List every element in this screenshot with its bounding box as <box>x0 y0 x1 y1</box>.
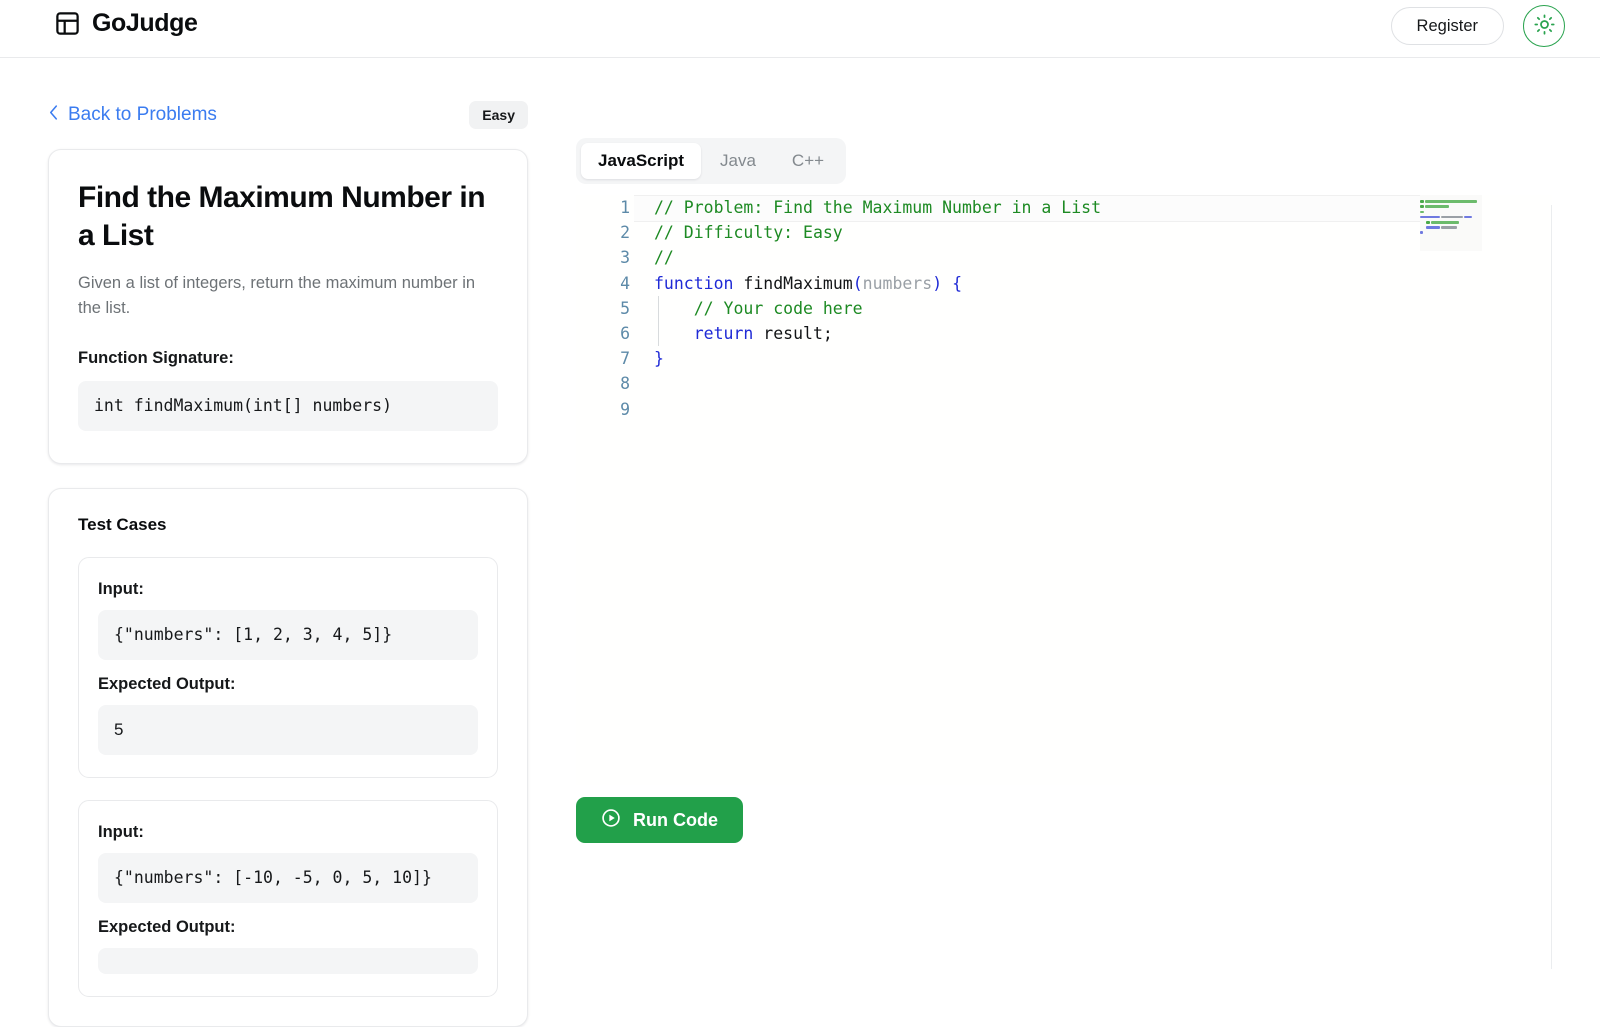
line-number: 1 <box>620 198 630 217</box>
line-number: 4 <box>620 273 630 293</box>
code-text: function findMaximum(numbers) { <box>654 273 962 293</box>
code-line[interactable]: 8 <box>576 371 1552 396</box>
chevron-left-icon <box>48 104 59 127</box>
test-input-value: {"numbers": [-10, -5, 0, 5, 10]} <box>98 853 478 904</box>
code-line[interactable]: 4 function findMaximum(numbers) { <box>576 271 1552 296</box>
expected-output-label: Expected Output: <box>98 674 236 693</box>
test-expected-value: 5 <box>98 704 478 756</box>
code-line[interactable]: 9 <box>576 397 1552 422</box>
code-line[interactable]: 5 // Your code here <box>576 295 1552 321</box>
breadcrumb: Back to Problems Easy <box>48 100 528 130</box>
code-line[interactable]: 6 return result; <box>576 320 1552 347</box>
code-editor[interactable]: 1 // Problem: Find the Maximum Number in… <box>576 195 1552 785</box>
content-right-edge <box>1551 205 1552 969</box>
function-signature: int findMaximum(int[] numbers) <box>78 380 498 431</box>
editor-panel: JavaScript Java C++ 1 // Problem: Find t… <box>576 138 1600 843</box>
sun-icon <box>1533 14 1555 38</box>
code-line[interactable]: 7 } <box>576 346 1552 371</box>
language-tabs: JavaScript Java C++ <box>576 138 847 184</box>
page-title: Find the Maximum Number in a List <box>78 181 486 253</box>
test-case-item: Input: {"numbers": [1, 2, 3, 4, 5]} Expe… <box>78 556 498 779</box>
test-expected-value <box>98 948 478 975</box>
code-line[interactable]: 3 // <box>576 245 1552 270</box>
run-code-button[interactable]: Run Code <box>576 797 743 843</box>
code-text: // Difficulty: Easy <box>654 223 843 243</box>
play-circle-icon <box>601 808 621 833</box>
problem-description: Given a list of integers, return the max… <box>78 273 476 317</box>
code-text: // Problem: Find the Maximum Number in a… <box>654 198 1102 217</box>
line-number: 7 <box>620 349 630 369</box>
line-number: 3 <box>620 248 630 268</box>
brand-name: GoJudge <box>92 9 198 37</box>
layout-panel-icon <box>54 10 81 37</box>
expected-output-label: Expected Output: <box>98 918 236 937</box>
input-label: Input: <box>98 823 144 842</box>
test-cases-title: Test Cases <box>78 514 167 534</box>
theme-toggle-button[interactable] <box>1523 5 1565 47</box>
line-number: 9 <box>620 399 630 419</box>
minimap[interactable] <box>1420 199 1482 235</box>
input-label: Input: <box>98 579 144 598</box>
problem-card: Find the Maximum Number in a List Given … <box>48 149 528 464</box>
register-button[interactable]: Register <box>1390 7 1504 45</box>
line-number: 2 <box>620 223 630 243</box>
code-text: } <box>654 349 664 369</box>
test-input-value: {"numbers": [1, 2, 3, 4, 5]} <box>98 609 478 660</box>
test-case-item: Input: {"numbers": [-10, -5, 0, 5, 10]} … <box>78 800 498 998</box>
code-line[interactable]: 2 // Difficulty: Easy <box>576 220 1552 245</box>
line-number: 8 <box>620 374 630 394</box>
signature-label: Function Signature: <box>78 348 234 367</box>
code-text: return result; <box>693 323 833 343</box>
line-number: 5 <box>620 298 630 318</box>
problem-panel: Back to Problems Easy Find the Maximum N… <box>48 100 528 1027</box>
code-line[interactable]: 1 // Problem: Find the Maximum Number in… <box>576 195 1552 223</box>
test-cases-card: Test Cases Input: {"numbers": [1, 2, 3, … <box>48 487 528 1027</box>
tab-cpp[interactable]: C++ <box>775 143 841 179</box>
line-number: 6 <box>620 323 630 343</box>
back-to-problems-link[interactable]: Back to Problems <box>48 104 217 127</box>
run-code-label: Run Code <box>633 809 718 830</box>
code-text: // <box>654 248 674 268</box>
tab-java[interactable]: Java <box>703 143 773 179</box>
difficulty-badge: Easy <box>469 101 528 129</box>
code-text: // Your code here <box>654 298 863 318</box>
back-to-problems-label: Back to Problems <box>68 104 217 125</box>
header-actions: Register <box>1390 5 1600 47</box>
app-header: GoJudge Register <box>0 0 1600 58</box>
brand: GoJudge <box>54 9 198 38</box>
tab-javascript[interactable]: JavaScript <box>581 143 701 179</box>
